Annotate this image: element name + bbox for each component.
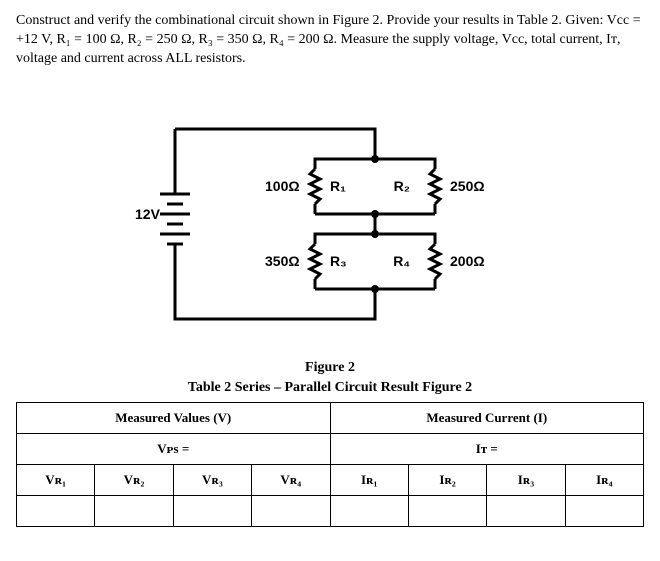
r3-label: R₃	[330, 253, 347, 269]
r4-value: 200Ω	[450, 253, 485, 269]
val-vr1	[17, 495, 95, 526]
r4-label: R₄	[393, 253, 410, 269]
current-header: Measured Current (I)	[330, 402, 644, 433]
problem-statement: Construct and verify the combinational c…	[16, 12, 644, 69]
col-ir4: Iʀ₄	[565, 464, 643, 495]
val-ir2	[408, 495, 486, 526]
table-caption: Table 2 Series – Parallel Circuit Result…	[16, 380, 644, 396]
it-label: Iᴛ =	[330, 433, 644, 464]
val-vr3	[173, 495, 251, 526]
val-ir3	[487, 495, 565, 526]
results-table: Measured Values (V) Measured Current (I)…	[16, 402, 644, 527]
val-ir1	[330, 495, 408, 526]
col-ir2: Iʀ₂	[408, 464, 486, 495]
col-vr1: Vʀ₁	[17, 464, 95, 495]
figure-caption: Figure 2	[16, 360, 644, 376]
col-vr3: Vʀ₃	[173, 464, 251, 495]
val-vr2	[95, 495, 173, 526]
r2-value: 250Ω	[450, 178, 485, 194]
r1-value: 100Ω	[265, 178, 300, 194]
val-ir4	[565, 495, 643, 526]
circuit-figure: 12V 100Ω R₁ R₂ 250Ω	[16, 89, 644, 354]
val-vr4	[252, 495, 330, 526]
voltage-header: Measured Values (V)	[17, 402, 331, 433]
col-vr2: Vʀ₂	[95, 464, 173, 495]
vps-label: Vᴘs =	[17, 433, 331, 464]
r1-label: R₁	[330, 178, 346, 194]
source-label: 12V	[135, 206, 161, 222]
r2-label: R₂	[394, 178, 410, 194]
col-ir3: Iʀ₃	[487, 464, 565, 495]
col-vr4: Vʀ₄	[252, 464, 330, 495]
col-ir1: Iʀ₁	[330, 464, 408, 495]
r3-value: 350Ω	[265, 253, 300, 269]
